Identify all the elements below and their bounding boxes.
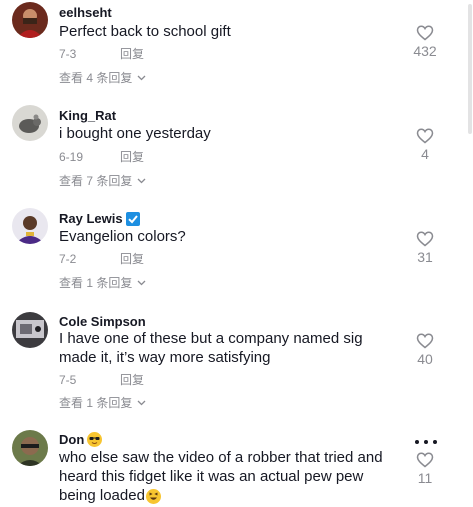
chevron-down-icon: [137, 280, 146, 286]
view-replies-label[interactable]: 查看 1 条回复: [59, 276, 132, 290]
like-button[interactable]: 4: [405, 128, 445, 162]
view-replies-button[interactable]: 查看 1 条回复: [59, 276, 146, 290]
comment-username[interactable]: Don: [59, 432, 103, 447]
comment-text: Evangelion colors?: [59, 228, 186, 245]
laughing-emoji-icon: [145, 488, 161, 504]
comment-meta: 7-2 回复: [59, 252, 144, 266]
comment-username[interactable]: Cole Simpson: [59, 314, 146, 329]
comment-username[interactable]: King_Rat: [59, 108, 116, 123]
avatar[interactable]: [12, 430, 48, 466]
comment-meta: 7-3 回复: [59, 47, 144, 61]
chevron-down-icon: [137, 75, 146, 81]
like-button[interactable]: 31: [405, 231, 445, 265]
checkmark-badge-icon: [125, 211, 140, 226]
reply-button[interactable]: 回复: [120, 373, 144, 387]
like-count: 4: [421, 146, 429, 162]
comment-date: 6-19: [59, 150, 84, 164]
like-button[interactable]: 11: [405, 452, 445, 486]
chevron-down-icon: [137, 178, 146, 184]
like-count: 432: [413, 43, 437, 59]
comment-text: who else saw the video of a robber that …: [59, 449, 383, 504]
comment-meta: 7-5 回复: [59, 373, 144, 387]
heart-outline-icon[interactable]: [416, 333, 434, 349]
sunglasses-emoji-icon: [87, 432, 103, 447]
avatar[interactable]: [12, 2, 48, 38]
view-replies-button[interactable]: 查看 4 条回复: [59, 71, 146, 85]
avatar[interactable]: [12, 312, 48, 348]
like-button[interactable]: 432: [405, 25, 445, 59]
comment-date: 7-2: [59, 252, 77, 266]
comment-text: Perfect back to school gift: [59, 23, 231, 40]
reply-button[interactable]: 回复: [120, 252, 144, 266]
scrollbar-thumb[interactable]: [468, 4, 472, 134]
comment-username[interactable]: Ray Lewis: [59, 211, 140, 226]
heart-outline-icon[interactable]: [416, 128, 434, 144]
heart-outline-icon[interactable]: [416, 452, 434, 468]
reply-button[interactable]: 回复: [120, 150, 144, 164]
comment-date: 7-5: [59, 373, 77, 387]
comment-text: i bought one yesterday: [59, 125, 211, 142]
comment-date: 7-3: [59, 47, 77, 61]
avatar[interactable]: [12, 105, 48, 141]
view-replies-label[interactable]: 查看 7 条回复: [59, 174, 132, 188]
heart-outline-icon[interactable]: [416, 231, 434, 247]
comment-username[interactable]: eelhseht: [59, 5, 112, 20]
view-replies-label[interactable]: 查看 4 条回复: [59, 71, 132, 85]
more-horizontal-icon[interactable]: [415, 438, 437, 446]
heart-outline-icon[interactable]: [416, 25, 434, 41]
scrollbar[interactable]: [467, 0, 473, 507]
like-count: 31: [417, 249, 433, 265]
comment-text: I have one of these but a company named …: [59, 330, 363, 366]
view-replies-button[interactable]: 查看 1 条回复: [59, 396, 146, 410]
like-count: 11: [417, 470, 433, 486]
chevron-down-icon: [137, 400, 146, 406]
reply-button[interactable]: 回复: [120, 47, 144, 61]
like-button[interactable]: 40: [405, 333, 445, 367]
view-replies-button[interactable]: 查看 7 条回复: [59, 174, 146, 188]
view-replies-label[interactable]: 查看 1 条回复: [59, 396, 132, 410]
comment-meta: 6-19 回复: [59, 150, 144, 164]
avatar[interactable]: [12, 208, 48, 244]
like-count: 40: [417, 351, 433, 367]
